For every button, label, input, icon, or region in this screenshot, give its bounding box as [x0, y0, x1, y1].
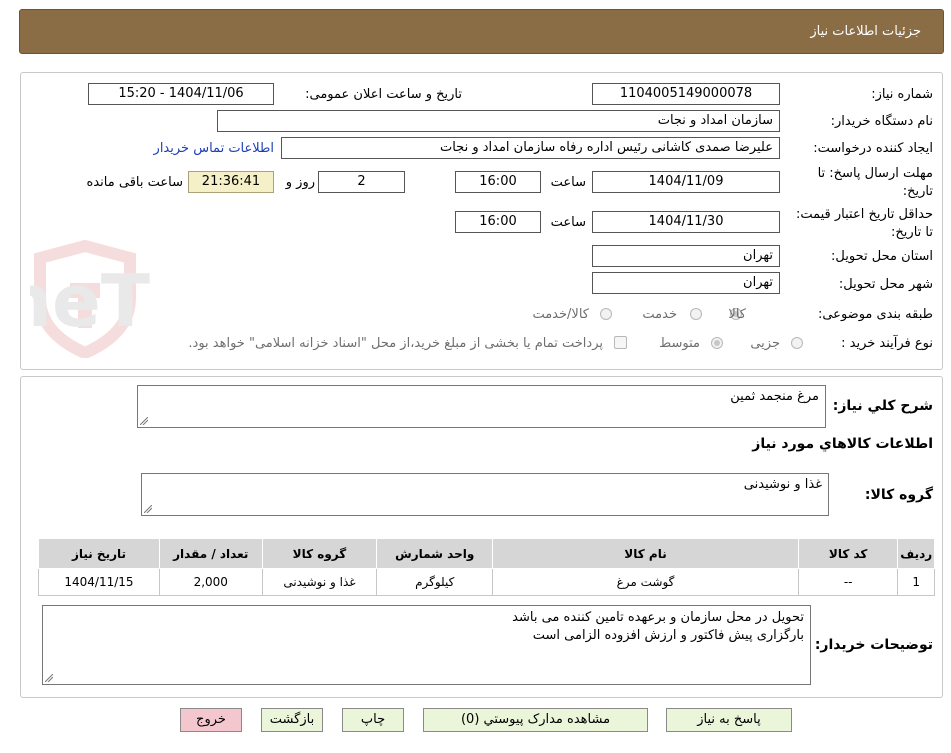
col-header-row-number: رديف	[897, 538, 935, 569]
process-radio-medium[interactable]	[711, 337, 723, 349]
col-header-quantity: تعداد / مقدار	[158, 538, 263, 569]
resize-grip-icon	[140, 417, 148, 425]
back-button[interactable]: بازگشت	[261, 708, 323, 732]
announce-label: تاریخ و ساعت اعلان عمومی:	[305, 87, 462, 102]
category-label: طبقه بندی موضوعی:	[817, 307, 933, 322]
page-header: جزئیات اطلاعات نیاز	[19, 9, 944, 54]
deadline-label: مهلت ارسال پاسخ: تا تاریخ:	[817, 166, 933, 199]
validity-time-field: 16:00	[455, 211, 541, 233]
deadline-time-field: 16:00	[455, 171, 541, 193]
remaining-days-field: 2	[318, 171, 405, 193]
print-button[interactable]: چاپ	[342, 708, 404, 732]
category-radio-goods-service[interactable]	[600, 308, 612, 320]
remaining-time-field: 21:36:41	[188, 171, 274, 193]
col-header-unit: واحد شمارش	[376, 538, 494, 569]
category-option-goods-service: کالا/خدمت	[532, 307, 589, 322]
days-label: روز و	[285, 175, 315, 190]
col-header-name: نام کالا	[492, 538, 799, 569]
goods-info-title: اطلاعات کالاهاي مورد نياز	[752, 436, 933, 452]
summary-value: مرغ منجمد ثمین	[730, 389, 819, 404]
process-label: نوع فرآیند خرید :	[841, 336, 933, 351]
city-label: شهر محل تحویل:	[838, 277, 933, 292]
creator-field: علیرضا صمدی کاشانی رئیس اداره رفاه سازما…	[281, 137, 780, 159]
category-option-service: خدمت	[642, 307, 677, 322]
deadline-time-label: ساعت	[550, 175, 586, 190]
cell-row-number: 1	[897, 568, 935, 596]
resize-grip-icon	[144, 505, 152, 513]
validity-date-field: 1404/11/30	[592, 211, 780, 233]
buyer-contact-link[interactable]: اطلاعات تماس خریدار	[154, 141, 274, 156]
goods-group-field: غذا و نوشیدنی	[141, 473, 829, 516]
col-header-need-date: تاریخ نیاز	[38, 538, 160, 569]
treasury-payment-checkbox[interactable]	[614, 336, 627, 349]
col-header-group: گروه کالا	[261, 538, 378, 569]
cell-group: غذا و نوشیدنی	[261, 568, 378, 596]
view-attachments-button[interactable]: مشاهده مدارک پیوستي (0)	[423, 708, 648, 732]
goods-table-header-row: رديف کد کالا نام کالا واحد شمارش گروه کا…	[38, 538, 935, 569]
goods-group-label: گروه کالا:	[864, 487, 933, 503]
process-radio-minor[interactable]	[791, 337, 803, 349]
validity-time-label: ساعت	[550, 215, 586, 230]
cell-unit: کیلوگرم	[376, 568, 494, 596]
summary-field: مرغ منجمد ثمین	[137, 385, 826, 428]
cell-name: گوشت مرغ	[492, 568, 799, 596]
deadline-date-field: 1404/11/09	[592, 171, 780, 193]
resize-grip-icon	[45, 674, 53, 682]
reply-button[interactable]: پاسخ به نیاز	[666, 708, 792, 732]
buyer-notes-line-2: بارگزاری پیش فاکتور و ارزش افزوده الزامی…	[532, 628, 804, 643]
buyer-notes-label: توضیحات خریدار:	[814, 637, 933, 653]
remaining-time-label: ساعت باقی مانده	[86, 175, 183, 190]
process-option-minor: جزیی	[750, 336, 780, 351]
need-number-field: 1104005149000078	[592, 83, 780, 105]
need-number-label: شماره نیاز:	[871, 87, 933, 102]
cell-quantity: 2,000	[158, 568, 263, 596]
province-field: تهران	[592, 245, 780, 267]
announce-datetime-field: 1404/11/06 - 15:20	[88, 83, 274, 105]
summary-label: شرح کلي نياز:	[832, 398, 933, 414]
process-option-medium: متوسط	[659, 336, 700, 351]
creator-label: ایجاد کننده درخواست:	[813, 141, 933, 156]
cell-need-date: 1404/11/15	[38, 568, 160, 596]
province-label: استان محل تحویل:	[831, 249, 933, 264]
page-title: جزئیات اطلاعات نیاز	[810, 24, 921, 39]
category-radio-service[interactable]	[690, 308, 702, 320]
col-header-code: کد کالا	[797, 538, 899, 569]
goods-table: رديف کد کالا نام کالا واحد شمارش گروه کا…	[38, 538, 935, 596]
category-option-goods: کالا	[728, 307, 746, 322]
buyer-org-label: نام دستگاه خریدار:	[830, 114, 933, 129]
buyer-org-field: سازمان امداد و نجات	[217, 110, 780, 132]
cell-code: --	[797, 568, 899, 596]
treasury-payment-note: پرداخت تمام یا بخشی از مبلغ خرید،از محل …	[188, 336, 603, 351]
city-field: تهران	[592, 272, 780, 294]
buyer-notes-line-1: تحویل در محل سازمان و برعهده تامین کننده…	[512, 610, 804, 625]
exit-button[interactable]: خروج	[180, 708, 242, 732]
validity-label: حداقل تاریخ اعتبار قیمت: تا تاریخ:	[795, 207, 933, 240]
table-row: 1 -- گوشت مرغ کیلوگرم غذا و نوشیدنی 2,00…	[38, 568, 935, 596]
goods-group-value: غذا و نوشیدنی	[743, 477, 822, 492]
buyer-notes-field: تحویل در محل سازمان و برعهده تامین کننده…	[42, 605, 811, 685]
